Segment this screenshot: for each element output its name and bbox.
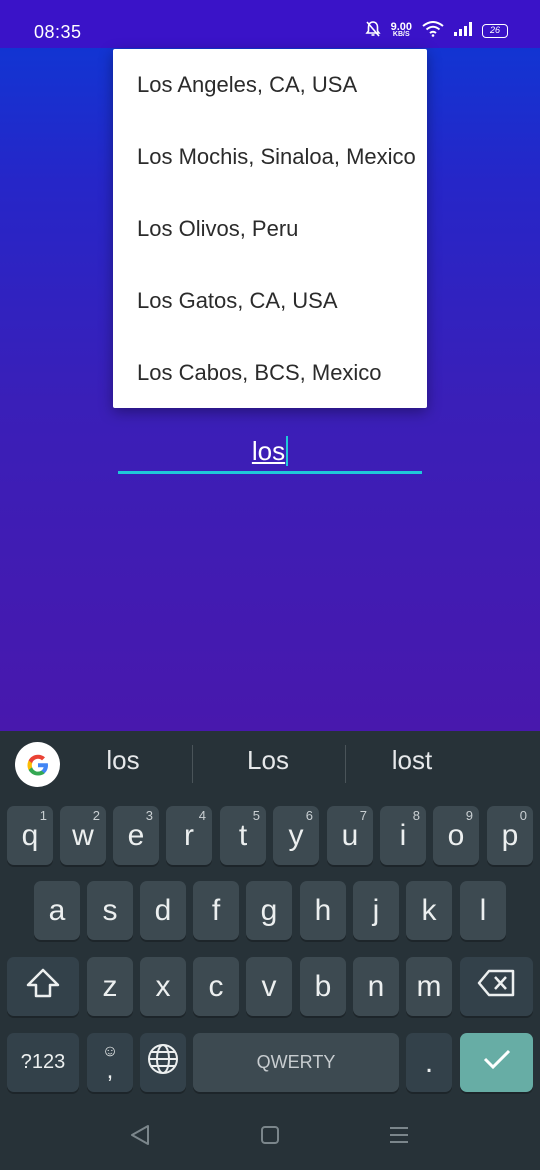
text-caret <box>286 436 289 466</box>
suggestion-item[interactable]: Los Mochis, Sinaloa, Mexico <box>113 121 427 193</box>
home-icon[interactable] <box>259 1124 281 1151</box>
symbols-key[interactable]: ?123 <box>7 1033 79 1092</box>
backspace-key[interactable] <box>460 957 533 1016</box>
word-suggestion[interactable]: lost <box>337 745 487 776</box>
suggestion-item[interactable]: Los Angeles, CA, USA <box>113 49 427 121</box>
soft-keyboard: los Los lost q1 w2 e3 r4 t5 y6 u7 i8 o9 … <box>0 731 540 1170</box>
key-m[interactable]: m <box>406 957 452 1016</box>
battery-icon: 26 <box>482 24 508 38</box>
signal-icon <box>454 21 472 41</box>
autocomplete-dropdown: Los Angeles, CA, USA Los Mochis, Sinaloa… <box>113 49 427 408</box>
key-s[interactable]: s <box>87 881 133 940</box>
comma-key[interactable]: ☺ , <box>87 1033 133 1092</box>
wifi-icon <box>422 20 444 42</box>
recents-icon[interactable] <box>388 1124 410 1151</box>
globe-icon <box>146 1042 180 1084</box>
key-e[interactable]: e3 <box>113 806 159 865</box>
space-key[interactable]: QWERTY <box>193 1033 399 1092</box>
system-navigation-bar <box>0 1100 540 1170</box>
key-j[interactable]: j <box>353 881 399 940</box>
key-c[interactable]: c <box>193 957 239 1016</box>
key-u[interactable]: u7 <box>327 806 373 865</box>
key-r[interactable]: r4 <box>166 806 212 865</box>
period-key[interactable]: . <box>406 1033 452 1092</box>
key-v[interactable]: v <box>246 957 292 1016</box>
key-l[interactable]: l <box>460 881 506 940</box>
enter-key[interactable] <box>460 1033 533 1092</box>
key-n[interactable]: n <box>353 957 399 1016</box>
city-search-input[interactable]: los <box>118 426 422 474</box>
input-value: los <box>251 436 286 466</box>
key-y[interactable]: y6 <box>273 806 319 865</box>
keyboard-suggestion-bar: los Los lost <box>0 731 540 799</box>
suggestion-item[interactable]: Los Olivos, Peru <box>113 193 427 265</box>
backspace-icon <box>477 968 517 1006</box>
key-h[interactable]: h <box>300 881 346 940</box>
key-t[interactable]: t5 <box>220 806 266 865</box>
back-icon[interactable] <box>129 1124 151 1151</box>
key-x[interactable]: x <box>140 957 186 1016</box>
key-a[interactable]: a <box>34 881 80 940</box>
status-bar: 08:35 9.00 KB/S 26 <box>0 0 540 48</box>
key-d[interactable]: d <box>140 881 186 940</box>
key-b[interactable]: b <box>300 957 346 1016</box>
key-g[interactable]: g <box>246 881 292 940</box>
key-p[interactable]: p0 <box>487 806 533 865</box>
status-icons: 9.00 KB/S 26 <box>364 20 508 43</box>
language-key[interactable] <box>140 1033 186 1092</box>
word-suggestion[interactable]: los <box>48 745 198 776</box>
key-o[interactable]: o9 <box>433 806 479 865</box>
key-i[interactable]: i8 <box>380 806 426 865</box>
checkmark-icon <box>481 1046 513 1080</box>
suggestion-item[interactable]: Los Gatos, CA, USA <box>113 265 427 337</box>
suggestion-item[interactable]: Los Cabos, BCS, Mexico <box>113 337 427 408</box>
key-q[interactable]: q1 <box>7 806 53 865</box>
net-speed: 9.00 KB/S <box>390 21 412 39</box>
bell-off-icon <box>364 20 381 43</box>
key-f[interactable]: f <box>193 881 239 940</box>
key-k[interactable]: k <box>406 881 452 940</box>
word-suggestion[interactable]: Los <box>193 745 343 776</box>
shift-icon <box>25 967 61 1007</box>
status-time: 08:35 <box>34 22 82 42</box>
key-w[interactable]: w2 <box>60 806 106 865</box>
shift-key[interactable] <box>7 957 79 1016</box>
key-z[interactable]: z <box>87 957 133 1016</box>
